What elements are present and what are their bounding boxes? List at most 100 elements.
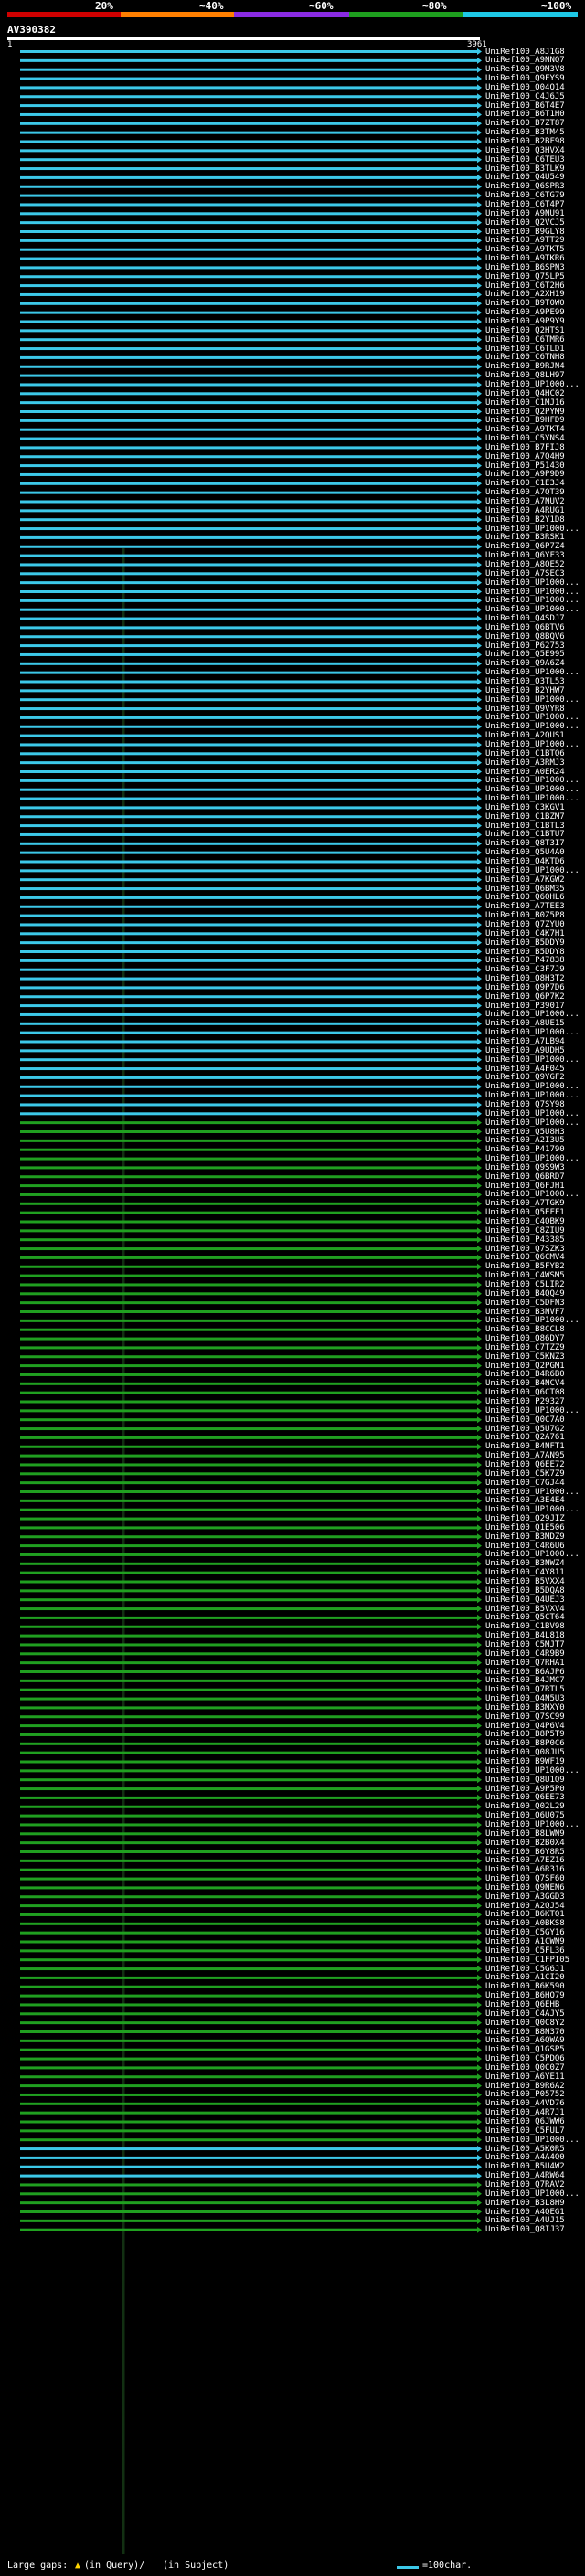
hit-label[interactable]: UniRef100_Q6YF33 — [485, 551, 565, 560]
hit-label[interactable]: UniRef100_C4Y811 — [485, 1568, 565, 1577]
hit-label[interactable]: UniRef100_B3MDZ9 — [485, 1532, 565, 1542]
hit-label[interactable]: UniRef100_Q75LP5 — [485, 272, 565, 281]
hit-label[interactable]: UniRef100_A4RW64 — [485, 2171, 565, 2180]
hit-label[interactable]: UniRef100_A7TEE3 — [485, 902, 565, 911]
hit-label[interactable]: UniRef100_Q2A761 — [485, 1433, 565, 1442]
hit-label[interactable]: UniRef100_P51430 — [485, 461, 565, 471]
hit-label[interactable]: UniRef100_Q0C8Y2 — [485, 2019, 565, 2028]
hit-label[interactable]: UniRef100_B4L818 — [485, 1631, 565, 1640]
hit-label[interactable]: UniRef100_A4F045 — [485, 1065, 565, 1074]
hit-label[interactable]: UniRef100_Q7SZK3 — [485, 1245, 565, 1254]
hit-label[interactable]: UniRef100_UP1000... — [485, 785, 580, 794]
hit-label[interactable]: UniRef100_P05752 — [485, 2090, 565, 2099]
hit-label[interactable]: UniRef100_Q5EFF1 — [485, 1208, 565, 1217]
hit-label[interactable]: UniRef100_Q7RHA1 — [485, 1659, 565, 1668]
hit-label[interactable]: UniRef100_A6R316 — [485, 1865, 565, 1874]
hit-label[interactable]: UniRef100_Q7SF60 — [485, 1874, 565, 1883]
hit-label[interactable]: UniRef100_Q3TL53 — [485, 677, 565, 686]
hit-label[interactable]: UniRef100_B3L8H9 — [485, 2199, 565, 2208]
hit-label[interactable]: UniRef100_A9P9Y9 — [485, 317, 565, 326]
hit-label[interactable]: UniRef100_Q7RAV2 — [485, 2180, 565, 2189]
hit-label[interactable]: UniRef100_Q4U549 — [485, 173, 565, 182]
hit-label[interactable]: UniRef100_A6QWA9 — [485, 2036, 565, 2045]
hit-label[interactable]: UniRef100_A7LB94 — [485, 1037, 565, 1046]
hit-label[interactable]: UniRef100_B2YHW7 — [485, 686, 565, 695]
hit-label[interactable]: UniRef100_Q5U8H3 — [485, 1128, 565, 1137]
hit-label[interactable]: UniRef100_A7Q4H9 — [485, 452, 565, 461]
hit-label[interactable]: UniRef100_C4R6U6 — [485, 1542, 565, 1551]
hit-label[interactable]: UniRef100_Q6U075 — [485, 1811, 565, 1820]
hit-label[interactable]: UniRef100_A1CI20 — [485, 1973, 565, 1982]
hit-label[interactable]: UniRef100_A7AN95 — [485, 1451, 565, 1460]
hit-label[interactable]: UniRef100_C5G6J1 — [485, 1965, 565, 1974]
hit-label[interactable]: UniRef100_UP1000... — [485, 1190, 580, 1199]
hit-label[interactable]: UniRef100_UP1000... — [485, 605, 580, 614]
hit-label[interactable]: UniRef100_Q4UEJ3 — [485, 1595, 565, 1605]
hit-label[interactable]: UniRef100_Q9A6Z4 — [485, 659, 565, 668]
hit-label[interactable]: UniRef100_C4QBK9 — [485, 1217, 565, 1226]
hit-label[interactable]: UniRef100_Q1E506 — [485, 1523, 565, 1532]
hit-label[interactable]: UniRef100_UP1000... — [485, 596, 580, 605]
hit-label[interactable]: UniRef100_Q9M3V8 — [485, 65, 565, 74]
hit-label[interactable]: UniRef100_B3NVF7 — [485, 1308, 565, 1317]
hit-label[interactable]: UniRef100_C4WSM5 — [485, 1271, 565, 1280]
hit-label[interactable]: UniRef100_A2QUS1 — [485, 731, 565, 740]
hit-label[interactable]: UniRef100_C5GY16 — [485, 1928, 565, 1937]
hit-label[interactable]: UniRef100_P39017 — [485, 1002, 565, 1011]
hit-label[interactable]: UniRef100_B2Y1D8 — [485, 515, 565, 525]
hit-label[interactable]: UniRef100_B8P0C6 — [485, 1739, 565, 1748]
hit-label[interactable]: UniRef100_UP1000... — [485, 578, 580, 588]
hit-label[interactable]: UniRef100_Q5E995 — [485, 650, 565, 659]
hit-label[interactable]: UniRef100_A5K0R5 — [485, 2145, 565, 2154]
hit-label[interactable]: UniRef100_UP1000... — [485, 740, 580, 749]
hit-label[interactable]: UniRef100_Q2VCJ5 — [485, 218, 565, 228]
hit-label[interactable]: UniRef100_UP1000... — [485, 713, 580, 722]
hit-label[interactable]: UniRef100_UP1000... — [485, 2189, 580, 2199]
hit-label[interactable]: UniRef100_C5PDQ6 — [485, 2054, 565, 2063]
hit-label[interactable]: UniRef100_A3E4E4 — [485, 1496, 565, 1505]
hit-label[interactable]: UniRef100_UP1000... — [485, 1505, 580, 1514]
hit-label[interactable]: UniRef100_UP1000... — [485, 1820, 580, 1829]
hit-label[interactable]: UniRef100_C6TNH8 — [485, 353, 565, 362]
hit-label[interactable]: UniRef100_A4A4Q0 — [485, 2153, 565, 2162]
hit-label[interactable]: UniRef100_C5KNZ3 — [485, 1352, 565, 1362]
hit-label[interactable]: UniRef100_Q0C0Z7 — [485, 2063, 565, 2072]
hit-label[interactable]: UniRef100_A4VD76 — [485, 2099, 565, 2108]
hit-label[interactable]: UniRef100_B8LWN9 — [485, 1829, 565, 1839]
hit-label[interactable]: UniRef100_C5LIR2 — [485, 1280, 565, 1289]
hit-label[interactable]: UniRef100_A8UE15 — [485, 1019, 565, 1028]
hit-label[interactable]: UniRef100_B4R6B0 — [485, 1370, 565, 1379]
hit-label[interactable]: UniRef100_C1BZM7 — [485, 812, 565, 822]
hit-label[interactable]: UniRef100_UP1000... — [485, 1316, 580, 1325]
hit-label[interactable]: UniRef100_C3KGV1 — [485, 803, 565, 812]
hit-label[interactable]: UniRef100_C5DFN3 — [485, 1299, 565, 1308]
hit-label[interactable]: UniRef100_UP1000... — [485, 1055, 580, 1065]
hit-label[interactable]: UniRef100_UP1000... — [485, 2136, 580, 2145]
hit-label[interactable]: UniRef100_Q6EE73 — [485, 1793, 565, 1802]
hit-label[interactable]: UniRef100_C3F7J9 — [485, 965, 565, 974]
hit-label[interactable]: UniRef100_A2XH19 — [485, 290, 565, 299]
hit-label[interactable]: UniRef100_Q2PYM9 — [485, 408, 565, 417]
hit-label[interactable]: UniRef100_C4AJY5 — [485, 2009, 565, 2019]
hit-label[interactable]: UniRef100_A4QEG1 — [485, 2208, 565, 2217]
hit-label[interactable]: UniRef100_B8P5T9 — [485, 1730, 565, 1739]
hit-label[interactable]: UniRef100_B4NFT1 — [485, 1442, 565, 1451]
hit-label[interactable]: UniRef100_A8J1G8 — [485, 48, 565, 57]
hit-label[interactable]: UniRef100_UP1000... — [485, 1118, 580, 1128]
hit-label[interactable]: UniRef100_Q4P6V4 — [485, 1722, 565, 1731]
hit-label[interactable]: UniRef100_Q6BRD7 — [485, 1172, 565, 1182]
hit-label[interactable]: UniRef100_C1MJ16 — [485, 398, 565, 408]
hit-label[interactable]: UniRef100_B4NCV4 — [485, 1379, 565, 1388]
hit-label[interactable]: UniRef100_B3RSK1 — [485, 533, 565, 542]
hit-label[interactable]: UniRef100_P41790 — [485, 1145, 565, 1154]
hit-label[interactable]: UniRef100_C1BTU7 — [485, 830, 565, 839]
hit-label[interactable]: UniRef100_Q1GSP5 — [485, 2045, 565, 2054]
hit-label[interactable]: UniRef100_B5VXX4 — [485, 1577, 565, 1586]
hit-label[interactable]: UniRef100_UP1000... — [485, 866, 580, 875]
hit-label[interactable]: UniRef100_A9NNQ7 — [485, 56, 565, 65]
hit-label[interactable]: UniRef100_C1BTQ6 — [485, 749, 565, 758]
hit-label[interactable]: UniRef100_Q7SY98 — [485, 1100, 565, 1109]
hit-label[interactable]: UniRef100_B6HQ79 — [485, 1991, 565, 2000]
hit-label[interactable]: UniRef100_B2BF98 — [485, 137, 565, 146]
hit-label[interactable]: UniRef100_Q7RTL5 — [485, 1685, 565, 1694]
